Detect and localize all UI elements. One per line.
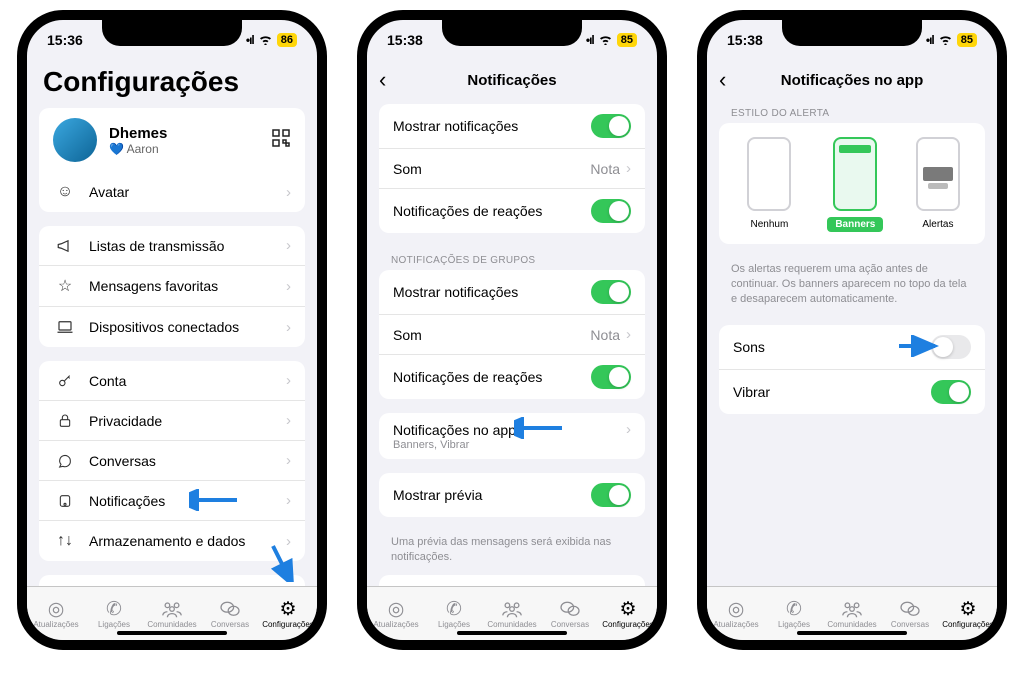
wifi-icon bbox=[258, 33, 273, 48]
home-indicator bbox=[117, 631, 227, 635]
phone-settings: 15:36 •ıl 86 Configurações Dhemes 💙 Aaro… bbox=[17, 10, 327, 650]
sound-row[interactable]: Som Nota › bbox=[379, 149, 645, 189]
account-row[interactable]: Conta › bbox=[39, 361, 305, 401]
notifications-row[interactable]: Notificações › bbox=[39, 481, 305, 521]
avatar-row[interactable]: ☺ Avatar › bbox=[39, 172, 305, 212]
face-icon: ☺ bbox=[53, 183, 77, 201]
profile-row[interactable]: Dhemes 💙 Aaron bbox=[39, 108, 305, 172]
section-header: NOTIFICAÇÕES DE GRUPOS bbox=[367, 247, 657, 270]
help-row[interactable]: ⓘ Ajuda › bbox=[39, 575, 305, 586]
tab-communities[interactable]: Comunidades bbox=[823, 598, 881, 629]
tab-chats[interactable]: Conversas bbox=[541, 598, 599, 629]
sounds-row[interactable]: Sons bbox=[719, 325, 985, 370]
star-icon: ☆ bbox=[53, 276, 77, 296]
wifi-icon bbox=[938, 33, 953, 48]
toggle[interactable] bbox=[931, 335, 971, 359]
tab-settings[interactable]: ⚙Configurações bbox=[259, 598, 317, 629]
tab-updates[interactable]: ◎Atualizações bbox=[367, 598, 425, 629]
tab-chats[interactable]: Conversas bbox=[881, 598, 939, 629]
laptop-icon bbox=[53, 318, 77, 336]
key-icon bbox=[53, 373, 77, 389]
toggle[interactable] bbox=[591, 280, 631, 304]
avatar bbox=[53, 118, 97, 162]
tab-calls[interactable]: ✆Ligações bbox=[85, 598, 143, 629]
storage-icon: ↑↓ bbox=[53, 532, 77, 550]
phone-notifications: 15:38 •ıl 85 ‹ Notificações Mostrar noti… bbox=[357, 10, 667, 650]
tab-communities[interactable]: Comunidades bbox=[143, 598, 201, 629]
chats-row[interactable]: Conversas › bbox=[39, 441, 305, 481]
storage-row[interactable]: ↑↓ Armazenamento e dados › bbox=[39, 521, 305, 561]
tab-settings[interactable]: ⚙Configurações bbox=[939, 598, 997, 629]
tab-calls[interactable]: ✆Ligações bbox=[425, 598, 483, 629]
chat-icon bbox=[53, 453, 77, 469]
alert-style-picker: Nenhum Banners Alertas bbox=[719, 123, 985, 244]
tab-updates[interactable]: ◎Atualizações bbox=[707, 598, 765, 629]
show-notifications-row[interactable]: Mostrar notificações bbox=[379, 104, 645, 149]
privacy-row[interactable]: Privacidade › bbox=[39, 401, 305, 441]
reset-notifications-row[interactable]: Redefinir configurações de notificação bbox=[379, 575, 645, 586]
reaction-notifications-row[interactable]: Notificações de reações bbox=[379, 189, 645, 233]
lock-icon bbox=[53, 413, 77, 429]
chats-icon bbox=[219, 598, 241, 620]
wifi-icon bbox=[598, 33, 613, 48]
linked-devices-row[interactable]: Dispositivos conectados › bbox=[39, 307, 305, 347]
tab-calls[interactable]: ✆Ligações bbox=[765, 598, 823, 629]
back-button[interactable]: ‹ bbox=[379, 67, 386, 93]
show-preview-row[interactable]: Mostrar prévia bbox=[379, 473, 645, 517]
back-button[interactable]: ‹ bbox=[719, 67, 726, 93]
toggle[interactable] bbox=[591, 365, 631, 389]
tab-updates[interactable]: ◎Atualizações bbox=[27, 598, 85, 629]
phone-inapp-notifications: 15:38 •ıl 85 ‹ Notificações no app ESTIL… bbox=[697, 10, 1007, 650]
updates-icon: ◎ bbox=[48, 598, 65, 620]
alert-style-alerts[interactable]: Alertas bbox=[914, 137, 961, 232]
notification-icon bbox=[53, 493, 77, 509]
toggle[interactable] bbox=[591, 483, 631, 507]
phone-icon: ✆ bbox=[106, 598, 122, 620]
group-reaction-notifications-row[interactable]: Notificações de reações bbox=[379, 355, 645, 399]
signal-icon: •ıl bbox=[246, 33, 254, 47]
gear-icon: ⚙ bbox=[279, 598, 296, 620]
profile-card: Dhemes 💙 Aaron ☺ Avatar › bbox=[39, 108, 305, 212]
alert-style-none[interactable]: Nenhum bbox=[743, 137, 797, 232]
page-title: Configurações bbox=[27, 60, 317, 108]
megaphone-icon bbox=[53, 237, 77, 255]
qr-icon[interactable] bbox=[271, 128, 291, 153]
tab-chats[interactable]: Conversas bbox=[201, 598, 259, 629]
toggle[interactable] bbox=[591, 199, 631, 223]
profile-sub: 💙 Aaron bbox=[109, 142, 167, 156]
toggle[interactable] bbox=[931, 380, 971, 404]
profile-name: Dhemes bbox=[109, 125, 167, 142]
inapp-notifications-row[interactable]: Notificações no app › Banners, Vibrar bbox=[379, 413, 645, 459]
broadcast-row[interactable]: Listas de transmissão › bbox=[39, 226, 305, 266]
group-show-notifications-row[interactable]: Mostrar notificações bbox=[379, 270, 645, 315]
notch bbox=[102, 20, 242, 46]
chevron-icon: › bbox=[286, 184, 291, 201]
communities-icon bbox=[161, 598, 183, 620]
favorites-row[interactable]: ☆ Mensagens favoritas › bbox=[39, 266, 305, 307]
toggle[interactable] bbox=[591, 114, 631, 138]
battery-level: 86 bbox=[277, 33, 297, 47]
nav-header: ‹ Notificações bbox=[367, 60, 657, 100]
alert-style-banners[interactable]: Banners bbox=[827, 137, 883, 232]
tab-settings[interactable]: ⚙Configurações bbox=[599, 598, 657, 629]
time: 15:36 bbox=[47, 32, 83, 48]
vibrate-row[interactable]: Vibrar bbox=[719, 370, 985, 414]
group-sound-row[interactable]: Som Nota › bbox=[379, 315, 645, 355]
tab-communities[interactable]: Comunidades bbox=[483, 598, 541, 629]
